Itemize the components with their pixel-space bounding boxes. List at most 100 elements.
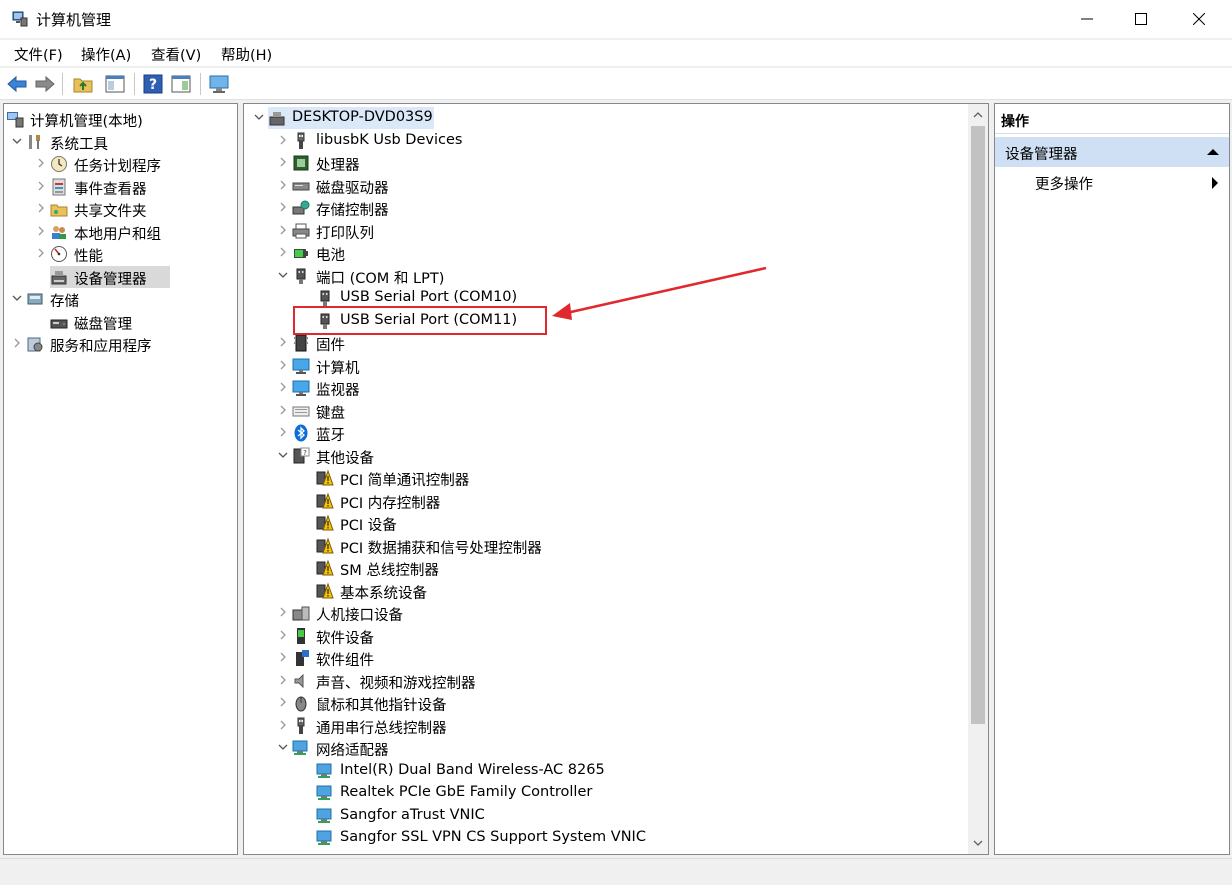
tree-item-label: 处理器 [316,158,360,174]
users-icon [52,225,66,239]
chevron-right-icon[interactable] [34,201,48,215]
show-hide-tree-icon[interactable] [104,73,126,95]
scrollbar-thumb[interactable] [971,126,985,724]
tools-icon [29,134,40,149]
chevron-right-icon[interactable] [276,200,290,214]
chevron-down-icon[interactable] [10,291,24,305]
menu-view[interactable]: 查看(V) [151,44,201,65]
actions-section-device-manager[interactable]: 设备管理器 [995,137,1229,167]
warning-device-icon [316,559,334,576]
minimize-button[interactable] [1064,0,1110,38]
network-icon [316,763,332,778]
hid-icon [292,606,310,621]
no-expander [34,269,48,283]
scroll-up-icon[interactable] [973,110,983,120]
no-expander [300,538,314,552]
tree-item-label: 磁盘驱动器 [316,180,389,197]
chevron-down-icon[interactable] [252,110,266,124]
chevron-right-icon[interactable] [276,133,290,147]
toolbar-separator [134,73,135,95]
chevron-right-icon[interactable] [276,178,290,192]
computer-management-icon [12,11,28,27]
chevron-right-icon[interactable] [276,718,290,732]
chevron-down-icon[interactable] [276,448,290,462]
more-actions-item[interactable]: 更多操作 [995,170,1229,196]
annotation-arrow-icon [552,266,767,320]
menu-file[interactable]: 文件(F) [14,44,63,65]
tree-item-label: 键盘 [316,405,345,422]
chevron-right-icon[interactable] [276,223,290,237]
usb-icon [297,132,305,149]
back-arrow-icon[interactable] [6,73,28,95]
vertical-scrollbar[interactable] [968,104,988,854]
chevron-right-icon[interactable] [34,224,48,238]
keyboard-icon [292,406,310,416]
chevron-down-icon[interactable] [10,134,24,148]
collapse-up-icon[interactable] [1207,148,1219,156]
chevron-down-icon[interactable] [276,268,290,282]
menu-bar: 文件(F) 操作(A) 查看(V) 帮助(H) [0,40,1232,66]
chevron-right-icon[interactable] [276,245,290,259]
chevron-right-icon[interactable] [276,358,290,372]
no-expander [300,785,314,799]
storage-controller-icon [292,200,310,215]
menu-action[interactable]: 操作(A) [81,44,131,65]
storage-icon [27,293,43,305]
chevron-right-icon[interactable] [276,380,290,394]
navigation-tree-pane: 计算机管理(本地) 系统工具 任务计划程序 事件查看器 共享文件夹 本地用户和组 性能 设备管… [3,103,238,855]
tree-item-label: DESKTOP-DVD03S9 [292,109,433,125]
warning-device-icon [316,537,334,553]
chevron-right-icon[interactable] [34,179,48,193]
chevron-right-icon[interactable] [276,628,290,642]
chevron-right-icon[interactable] [34,246,48,260]
tree-item-label: libusbK Usb Devices [316,131,463,148]
chevron-right-icon[interactable] [276,695,290,709]
chevron-right-icon[interactable] [276,650,290,664]
tree-item-label: USB Serial Port (COM10) [340,289,518,305]
warning-device-icon [316,492,334,508]
tree-item-label: Sangfor SSL VPN CS Support System VNIC [340,829,646,845]
no-expander [300,470,314,484]
monitor-icon[interactable] [208,73,230,95]
disk-drive-icon [292,182,310,190]
maximize-button[interactable] [1118,0,1164,38]
close-icon [1193,13,1205,25]
tree-item-label: 打印队列 [316,225,374,242]
chevron-right-icon[interactable] [276,673,290,687]
tree-item-label: 监视器 [316,383,360,399]
forward-arrow-icon[interactable] [34,73,56,95]
menu-help[interactable]: 帮助(H) [221,44,272,65]
no-expander [300,290,314,304]
chevron-right-icon[interactable] [34,156,48,170]
shared-folder-icon [50,204,68,217]
tree-item-label: 人机接口设备 [316,608,403,624]
maximize-icon [1135,13,1147,25]
chevron-right-icon[interactable] [10,336,24,350]
chevron-right-icon[interactable] [276,605,290,619]
chevron-right-icon[interactable] [276,403,290,417]
chevron-right-icon[interactable] [276,335,290,349]
no-expander [300,830,314,844]
tree-item-label: PCI 内存控制器 [340,495,441,512]
network-icon [316,830,332,845]
chevron-right-icon[interactable] [276,155,290,169]
bluetooth-icon [294,424,308,442]
tree-item-label: 任务计划程序 [74,159,161,175]
chevron-down-icon[interactable] [276,740,290,754]
up-folder-icon[interactable] [72,73,94,95]
status-bar [0,858,1232,885]
help-icon[interactable]: ? [142,73,164,95]
chevron-right-icon[interactable] [276,425,290,439]
close-button[interactable] [1176,0,1222,38]
properties-icon[interactable] [170,73,192,95]
tree-item-label: PCI 设备 [340,518,397,534]
tree-item-label: 软件组件 [316,653,374,669]
performance-icon [51,246,67,262]
toolbar: ? [0,68,1232,100]
scroll-down-icon[interactable] [973,838,983,848]
window-title: 计算机管理 [36,11,112,29]
event-viewer-icon [52,178,66,195]
tree-item-label: 鼠标和其他指针设备 [316,698,447,714]
software-device-icon [297,627,305,644]
no-expander [300,515,314,529]
